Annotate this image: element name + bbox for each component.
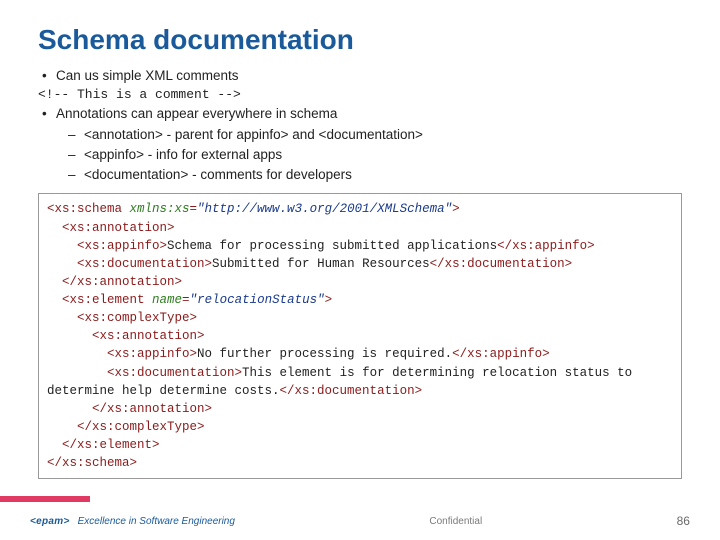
- code-line: </xs:element>: [47, 436, 673, 454]
- code-line: <xs:appinfo>No further processing is req…: [47, 345, 673, 363]
- footer-left: <epam> Excellence in Software Engineerin…: [30, 516, 235, 527]
- code-line: <xs:appinfo>Schema for processing submit…: [47, 237, 673, 255]
- bullet-item: <annotation> - parent for appinfo> and <…: [38, 125, 682, 145]
- slide-content: Schema documentation Can us simple XML c…: [0, 0, 720, 479]
- code-line: </xs:schema>: [47, 454, 673, 472]
- code-line: <xs:annotation>: [47, 219, 673, 237]
- code-line: </xs:annotation>: [47, 400, 673, 418]
- code-line: <xs:schema xmlns:xs="http://www.w3.org/2…: [47, 200, 673, 218]
- brand-logo: <epam>: [30, 516, 70, 527]
- bullet-item: Can us simple XML comments: [38, 66, 682, 86]
- slide-title: Schema documentation: [38, 24, 682, 56]
- code-line: <xs:documentation>Submitted for Human Re…: [47, 255, 673, 273]
- code-block: <xs:schema xmlns:xs="http://www.w3.org/2…: [38, 193, 682, 479]
- bullet-item: Annotations can appear everywhere in sch…: [38, 104, 682, 124]
- bullet-item: <appinfo> - info for external apps: [38, 145, 682, 165]
- code-line: </xs:complexType>: [47, 418, 673, 436]
- code-line: <xs:annotation>: [47, 327, 673, 345]
- code-line: <xs:documentation>This element is for de…: [47, 364, 673, 400]
- code-line: <xs:complexType>: [47, 309, 673, 327]
- accent-bar: [0, 496, 90, 502]
- page-number: 86: [677, 514, 690, 528]
- slide-footer: <epam> Excellence in Software Engineerin…: [0, 514, 720, 528]
- code-line: <xs:element name="relocationStatus">: [47, 291, 673, 309]
- brand-tagline: Excellence in Software Engineering: [78, 516, 235, 527]
- code-line: </xs:annotation>: [47, 273, 673, 291]
- confidential-label: Confidential: [429, 516, 482, 527]
- bullet-item: <documentation> - comments for developer…: [38, 165, 682, 185]
- code-comment: <!-- This is a comment -->: [38, 86, 682, 104]
- bullet-list: Can us simple XML comments <!-- This is …: [38, 66, 682, 185]
